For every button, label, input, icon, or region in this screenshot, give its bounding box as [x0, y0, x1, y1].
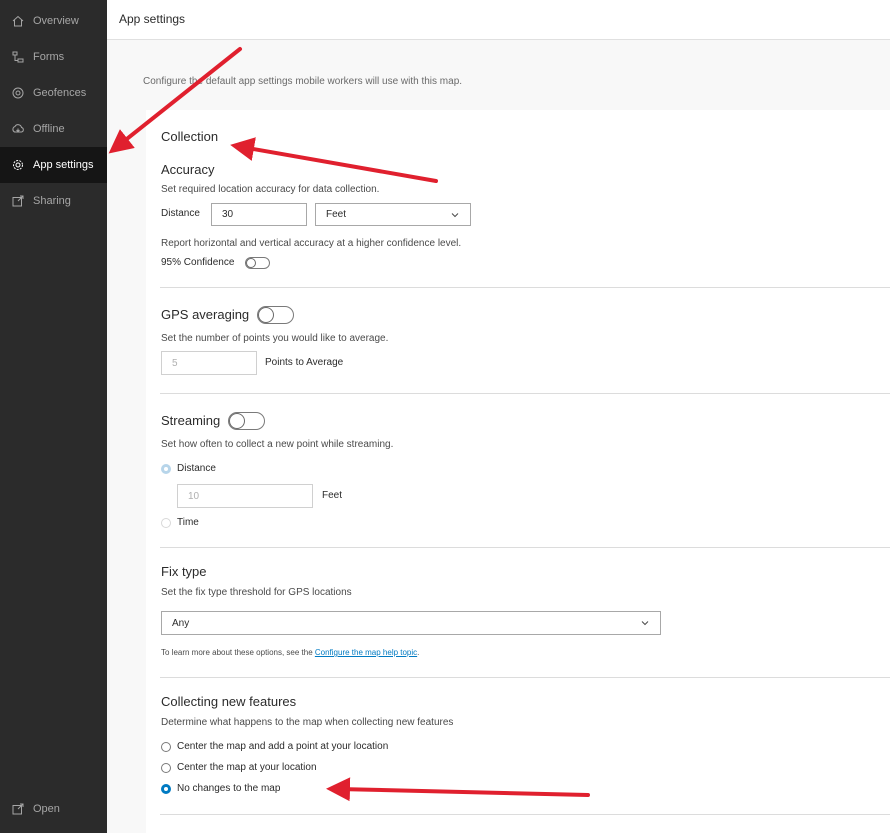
forms-icon [11, 50, 25, 64]
gps-averaging-toggle[interactable] [257, 306, 294, 324]
option-center-map-radio[interactable] [161, 763, 171, 773]
sidebar-item-label: App settings [33, 159, 94, 171]
chevron-down-icon [641, 621, 649, 626]
collection-heading: Collection [161, 129, 219, 144]
sidebar-item-label: Geofences [33, 87, 87, 99]
help-text: To learn more about these options, see t… [161, 648, 419, 657]
geofence-icon [11, 86, 25, 100]
page-title: App settings [119, 12, 186, 26]
sidebar-item-sharing[interactable]: Sharing [0, 183, 107, 219]
configure-map-help-link[interactable]: Configure the map help topic [315, 648, 417, 657]
gps-averaging-desc: Set the number of points you would like … [161, 333, 389, 344]
new-features-title: Collecting new features [161, 694, 297, 709]
toggle-knob [229, 413, 245, 429]
fix-type-select[interactable]: Any [161, 611, 661, 635]
streaming-distance-label: Distance [177, 463, 216, 474]
divider [160, 677, 890, 678]
confidence-desc: Report horizontal and vertical accuracy … [161, 238, 462, 249]
streaming-desc: Set how often to collect a new point whi… [161, 439, 394, 450]
divider [160, 814, 890, 815]
sidebar-item-offline[interactable]: Offline [0, 111, 107, 147]
home-icon [11, 14, 25, 28]
option-center-add-point-label: Center the map and add a point at your l… [177, 741, 389, 752]
page-header: App settings [107, 0, 890, 40]
streaming-distance-value: 10 [188, 490, 200, 502]
toggle-knob [258, 307, 274, 323]
streaming-toggle[interactable] [228, 412, 265, 430]
new-features-desc: Determine what happens to the map when c… [161, 717, 454, 728]
confidence-label: 95% Confidence [161, 257, 235, 268]
sidebar-item-label: Offline [33, 123, 65, 135]
gear-icon [11, 158, 25, 172]
accuracy-unit-value: Feet [326, 209, 347, 220]
sidebar-item-app-settings[interactable]: App settings [0, 147, 107, 183]
fix-type-value: Any [172, 617, 190, 629]
streaming-distance-unit: Feet [322, 490, 343, 501]
sidebar-item-overview[interactable]: Overview [0, 3, 107, 39]
divider [160, 393, 890, 394]
streaming-distance-radio[interactable] [161, 464, 171, 474]
open-icon [11, 802, 25, 816]
points-to-average-value: 5 [172, 357, 178, 369]
share-icon [11, 194, 25, 208]
divider [160, 547, 890, 548]
sidebar-item-open[interactable]: Open [0, 791, 107, 827]
toggle-knob [246, 258, 256, 268]
option-no-changes-label: No changes to the map [177, 783, 281, 794]
streaming-distance-input[interactable]: 10 [177, 484, 313, 508]
help-prefix: To learn more about these options, see t… [161, 648, 315, 657]
chevron-down-icon [451, 212, 459, 217]
confidence-toggle[interactable] [245, 257, 270, 269]
accuracy-title: Accuracy [161, 162, 215, 177]
fix-type-title: Fix type [161, 564, 207, 579]
help-suffix: . [417, 648, 420, 657]
sidebar-item-forms[interactable]: Forms [0, 39, 107, 75]
sidebar-item-label: Forms [33, 51, 65, 63]
gps-averaging-title: GPS averaging [161, 307, 250, 322]
option-no-changes-radio[interactable] [161, 784, 171, 794]
option-center-map-label: Center the map at your location [177, 762, 317, 773]
intro-text: Configure the default app settings mobil… [143, 76, 463, 87]
accuracy-unit-select[interactable]: Feet [315, 203, 471, 226]
option-center-add-point-radio[interactable] [161, 742, 171, 752]
sidebar-item-label: Sharing [33, 195, 71, 207]
offline-icon [11, 122, 25, 136]
points-to-average-label: Points to Average [265, 357, 344, 368]
sidebar-item-geofences[interactable]: Geofences [0, 75, 107, 111]
accuracy-distance-input[interactable]: 30 [211, 203, 307, 226]
points-to-average-input[interactable]: 5 [161, 351, 257, 375]
divider [160, 287, 890, 288]
streaming-title: Streaming [161, 413, 221, 428]
sidebar: Overview Forms Geofences Offline App set… [0, 0, 107, 833]
streaming-time-label: Time [177, 517, 199, 528]
fix-type-desc: Set the fix type threshold for GPS locat… [161, 587, 352, 598]
sidebar-item-label: Open [33, 803, 60, 815]
sidebar-item-label: Overview [33, 15, 79, 27]
streaming-time-radio[interactable] [161, 518, 171, 528]
accuracy-distance-value: 30 [222, 209, 234, 220]
accuracy-desc: Set required location accuracy for data … [161, 184, 380, 195]
distance-label: Distance [161, 208, 200, 219]
